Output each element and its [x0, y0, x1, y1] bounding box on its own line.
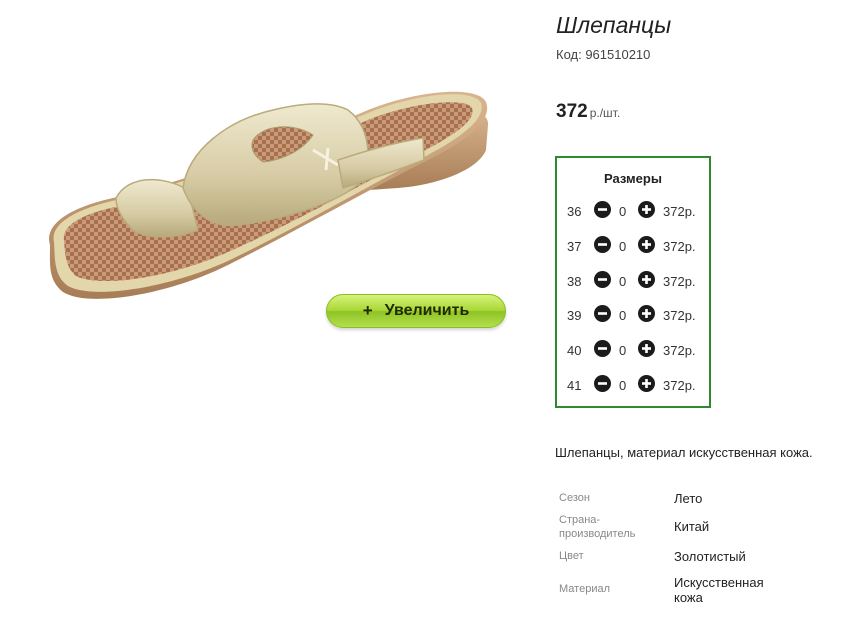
sizes-title: Размеры	[604, 171, 662, 186]
size-number: 39	[567, 308, 582, 324]
spec-value: Китай	[674, 519, 710, 534]
size-row: 41 0 372р.	[557, 375, 709, 397]
size-number: 38	[567, 273, 582, 289]
plus-circle-icon	[638, 270, 655, 288]
size-quantity: 0	[619, 273, 627, 289]
minus-circle-icon	[594, 305, 611, 323]
size-row: 39 0 372р.	[557, 305, 709, 327]
decrease-quantity-button[interactable]	[594, 235, 611, 253]
spec-key: Цвет	[559, 550, 584, 562]
size-quantity: 0	[619, 343, 627, 359]
product-price: 372 р./шт.	[556, 101, 620, 123]
minus-circle-icon	[594, 340, 611, 358]
product-description: Шлепанцы, материал искусственная кожа.	[555, 445, 813, 460]
size-price: 372р.	[663, 204, 696, 219]
decrease-quantity-button[interactable]	[594, 270, 611, 288]
price-amount: 372	[556, 101, 588, 122]
size-row: 36 0 372р.	[557, 201, 709, 223]
decrease-quantity-button[interactable]	[594, 305, 611, 323]
increase-quantity-button[interactable]	[638, 305, 655, 323]
increase-quantity-button[interactable]	[638, 375, 655, 392]
minus-circle-icon	[594, 270, 611, 288]
sizes-panel: Размеры 36 0 372р. 37 0 372р. 38 0 372р. 39 0 372р.…	[555, 156, 711, 408]
spec-value: Лето	[674, 491, 703, 506]
size-number: 36	[567, 204, 582, 219]
size-price: 372р.	[663, 343, 696, 359]
plus-circle-icon	[638, 305, 655, 323]
size-number: 41	[567, 378, 582, 393]
size-price: 372р.	[663, 273, 696, 289]
product-sku: Код: 961510210	[556, 47, 651, 62]
size-quantity: 0	[619, 308, 627, 324]
plus-circle-icon	[638, 375, 655, 392]
minus-circle-icon	[594, 235, 611, 253]
minus-circle-icon	[594, 201, 611, 218]
zoom-button[interactable]: + Увеличить	[326, 294, 506, 328]
spec-key: Материал	[559, 583, 610, 595]
plus-circle-icon	[638, 235, 655, 253]
size-quantity: 0	[619, 238, 627, 254]
plus-circle-icon	[638, 201, 655, 218]
increase-quantity-button[interactable]	[638, 201, 655, 218]
product-title: Шлепанцы	[556, 12, 672, 38]
decrease-quantity-button[interactable]	[594, 375, 611, 392]
minus-circle-icon	[594, 375, 611, 392]
zoom-button-label: Увеличить	[384, 302, 470, 319]
decrease-quantity-button[interactable]	[594, 201, 611, 218]
spec-key: Сезон	[559, 492, 590, 504]
spec-key: Страна-производитель	[559, 514, 636, 540]
spec-value: Золотистый	[674, 549, 746, 564]
size-quantity: 0	[619, 378, 627, 393]
size-row: 38 0 372р.	[557, 270, 709, 293]
spec-value: Искусственная кожа	[674, 575, 764, 605]
size-row: 37 0 372р.	[557, 235, 709, 258]
product-image	[49, 91, 489, 299]
size-number: 37	[567, 238, 582, 254]
decrease-quantity-button[interactable]	[594, 340, 611, 358]
size-price: 372р.	[663, 238, 696, 254]
increase-quantity-button[interactable]	[638, 270, 655, 288]
size-price: 372р.	[663, 308, 696, 324]
size-quantity: 0	[619, 204, 627, 219]
size-price: 372р.	[663, 378, 696, 393]
size-row: 40 0 372р.	[557, 340, 709, 362]
plus-circle-icon	[638, 340, 655, 358]
plus-icon: +	[362, 301, 373, 320]
increase-quantity-button[interactable]	[638, 340, 655, 358]
price-unit: р./шт.	[589, 106, 621, 120]
increase-quantity-button[interactable]	[638, 235, 655, 253]
size-number: 40	[567, 343, 582, 359]
